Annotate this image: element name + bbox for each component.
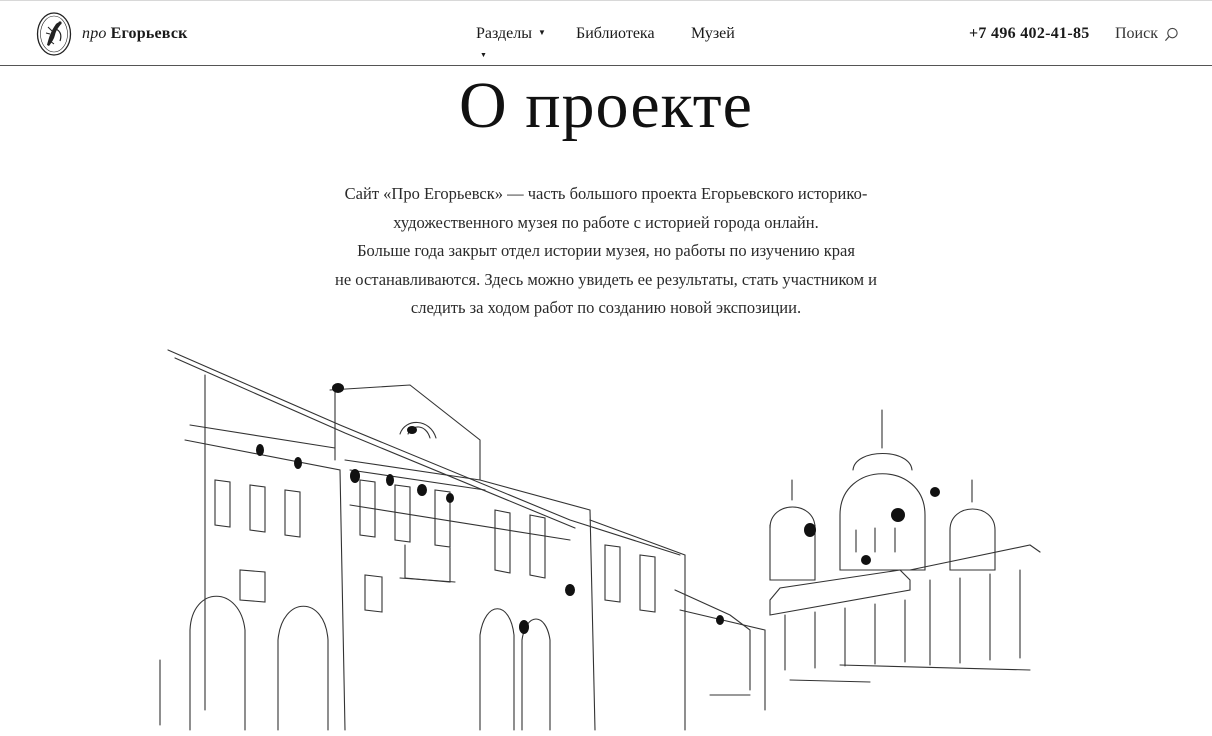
intro-line: не останавливаются. Здесь можно увидеть …: [335, 269, 877, 289]
logo-prefix: про: [82, 25, 107, 42]
nav-item-sections-label: Разделы: [476, 25, 533, 42]
site-header: про Егорьевск Разделы ▼ ▼ Библиотека Музей…: [0, 0, 1212, 66]
nav-item-museum-label: Музей: [691, 25, 735, 42]
nav-item-library-label: Библиотека: [576, 25, 655, 42]
caret-down-icon: ▼: [538, 28, 546, 37]
intro-text: Сайт «Про Егорьевск» — часть большого пр…: [256, 180, 956, 323]
city-street-sketch: [159, 349, 1041, 731]
site-logo[interactable]: про Егорьевск: [36, 11, 188, 57]
intro-line: художественного музея по работе с истори…: [393, 212, 819, 232]
phone-link[interactable]: +7 496 402-41-85: [969, 25, 1090, 43]
search-button[interactable]: Поиск: [1115, 25, 1179, 43]
nav-item-sections[interactable]: Разделы ▼ ▼: [476, 25, 576, 59]
city-emblem-icon: [36, 12, 72, 56]
intro-line: Сайт «Про Егорьевск» — часть большого пр…: [344, 184, 868, 203]
search-label: Поиск: [1115, 25, 1158, 42]
page-title: О проекте: [459, 69, 753, 142]
search-icon: [1164, 27, 1178, 41]
logo-city: Егорьевск: [110, 25, 188, 42]
main-nav: Разделы ▼ ▼ Библиотека Музей: [476, 25, 751, 59]
nav-item-library[interactable]: Библиотека: [576, 25, 691, 43]
nav-item-museum[interactable]: Музей: [691, 25, 751, 43]
caret-down-icon: ▼: [480, 51, 487, 59]
intro-line: Больше года закрыт отдел истории музея, …: [357, 241, 855, 260]
intro-line: следить за ходом работ по созданию новой…: [410, 298, 802, 317]
logo-text: про Егорьевск: [82, 25, 188, 43]
